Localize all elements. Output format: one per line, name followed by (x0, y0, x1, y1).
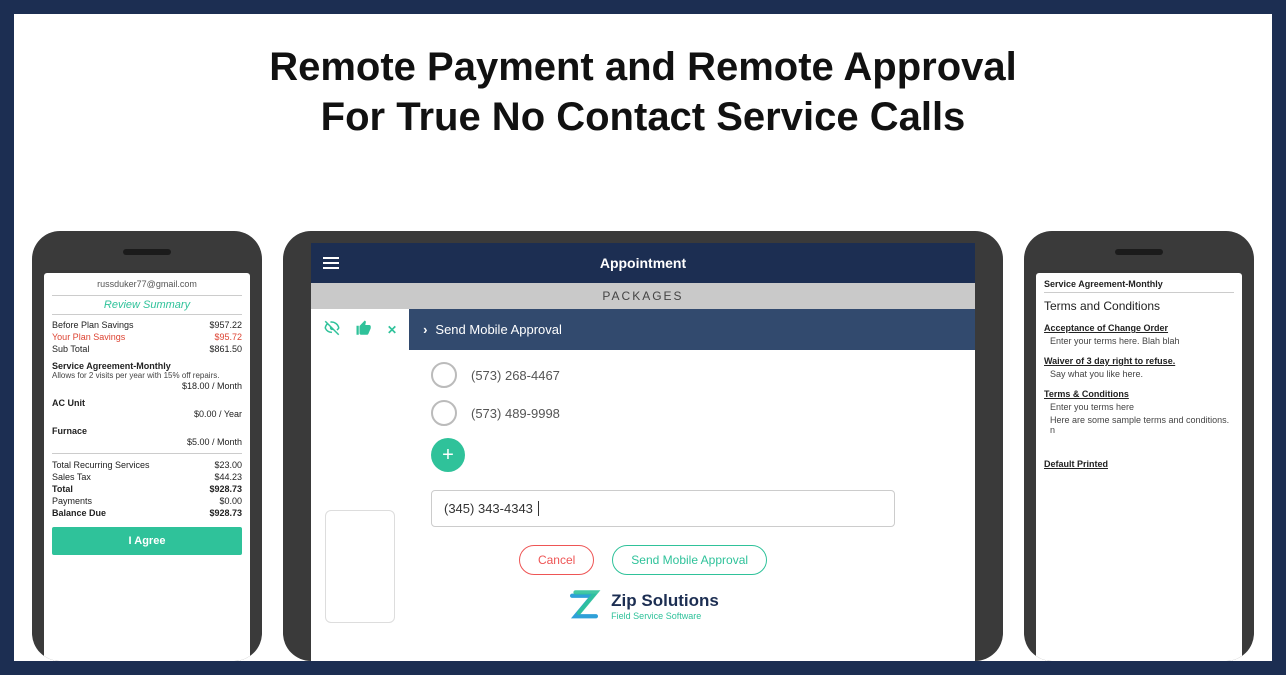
plus-icon: + (442, 444, 454, 467)
phone-option-1[interactable]: (573) 268-4467 (431, 362, 975, 388)
inner-content: Remote Payment and Remote Approval For T… (14, 14, 1272, 661)
customer-email: russduker77@gmail.com (52, 279, 242, 289)
terms-section-1: Acceptance of Change Order (1044, 323, 1234, 333)
row-balance: Balance Due$928.73 (52, 507, 242, 519)
brand-text: Zip Solutions Field Service Software (611, 591, 719, 621)
cancel-button[interactable]: Cancel (519, 545, 594, 575)
promo-frame: Remote Payment and Remote Approval For T… (0, 0, 1286, 675)
review-summary-title: Review Summary (52, 295, 242, 315)
row-tax: Sales Tax$44.23 (52, 471, 242, 483)
phone-left-screen: russduker77@gmail.com Review Summary Bef… (44, 273, 250, 661)
furnace-heading: Furnace (52, 426, 242, 436)
agreement-note: Allows for 2 visits per year with 15% of… (52, 371, 242, 380)
send-mobile-approval-button[interactable]: Send Mobile Approval (612, 545, 767, 575)
device-row: russduker77@gmail.com Review Summary Bef… (14, 231, 1272, 661)
phone-left: russduker77@gmail.com Review Summary Bef… (32, 231, 262, 661)
thumbs-up-icon[interactable] (355, 319, 373, 340)
terms-body-3b: Here are some sample terms and condition… (1050, 415, 1234, 435)
chevron-right-icon: › (423, 322, 427, 337)
terms-top-heading: Service Agreement-Monthly (1044, 279, 1234, 293)
add-phone-button[interactable]: + (431, 438, 465, 472)
menu-icon[interactable] (311, 257, 351, 269)
row-subtotal: Sub Total$861.50 (52, 343, 242, 355)
ac-heading: AC Unit (52, 398, 242, 408)
terms-body-2: Say what you like here. (1050, 369, 1234, 379)
logo-icon (567, 589, 601, 623)
phone-right-screen: Service Agreement-Monthly Terms and Cond… (1036, 273, 1242, 661)
terms-section-2: Waiver of 3 day right to refuse. (1044, 356, 1234, 366)
tablet-screen: Appointment PACKAGES ✕ › Send Mobile App… (311, 243, 975, 661)
phone-option-2[interactable]: (573) 489-9998 (431, 400, 975, 426)
terms-body-1: Enter your terms here. Blah blah (1050, 336, 1234, 346)
row-ac-price: $0.00 / Year (52, 408, 242, 420)
tablet-title: Appointment (311, 255, 975, 271)
dialog-buttons: Cancel Send Mobile Approval (311, 545, 975, 575)
row-payments: Payments$0.00 (52, 495, 242, 507)
row-agreement-price: $18.00 / Month (52, 380, 242, 392)
toolbar: ✕ (311, 309, 409, 350)
terms-section-3: Terms & Conditions (1044, 389, 1234, 399)
hide-icon[interactable] (323, 319, 341, 340)
divider (52, 453, 242, 454)
phone-input[interactable]: (345) 343-4343 (431, 490, 895, 527)
row-before-savings: Before Plan Savings$957.22 (52, 319, 242, 331)
package-card-edge (325, 510, 395, 623)
brand-name: Zip Solutions (611, 591, 719, 611)
phone-right: Service Agreement-Monthly Terms and Cond… (1024, 231, 1254, 661)
headline-line-1: Remote Payment and Remote Approval (34, 42, 1252, 92)
brand-tagline: Field Service Software (611, 611, 719, 621)
phone-list: (573) 268-4467 (573) 489-9998 (311, 350, 975, 426)
row-total: Total$928.73 (52, 483, 242, 495)
send-approval-header-label: Send Mobile Approval (435, 322, 561, 337)
brand-logo: Zip Solutions Field Service Software (311, 589, 975, 623)
terms-body-3a: Enter you terms here (1050, 402, 1234, 412)
radio-icon[interactable] (431, 362, 457, 388)
headline: Remote Payment and Remote Approval For T… (34, 42, 1252, 142)
headline-line-2: For True No Contact Service Calls (34, 92, 1252, 142)
terms-section-4: Default Printed (1044, 459, 1234, 469)
send-approval-header[interactable]: › Send Mobile Approval (409, 309, 975, 350)
radio-icon[interactable] (431, 400, 457, 426)
row-your-savings: Your Plan Savings$95.72 (52, 331, 242, 343)
i-agree-button[interactable]: I Agree (52, 527, 242, 555)
row-recurring: Total Recurring Services$23.00 (52, 459, 242, 471)
row-furnace-price: $5.00 / Month (52, 436, 242, 448)
terms-title: Terms and Conditions (1044, 299, 1234, 313)
packages-bar: PACKAGES (311, 283, 975, 309)
agreement-heading: Service Agreement-Monthly (52, 361, 242, 371)
tablet-center: Appointment PACKAGES ✕ › Send Mobile App… (283, 231, 1003, 661)
close-icon[interactable]: ✕ (387, 323, 397, 337)
tablet-header: Appointment (311, 243, 975, 283)
